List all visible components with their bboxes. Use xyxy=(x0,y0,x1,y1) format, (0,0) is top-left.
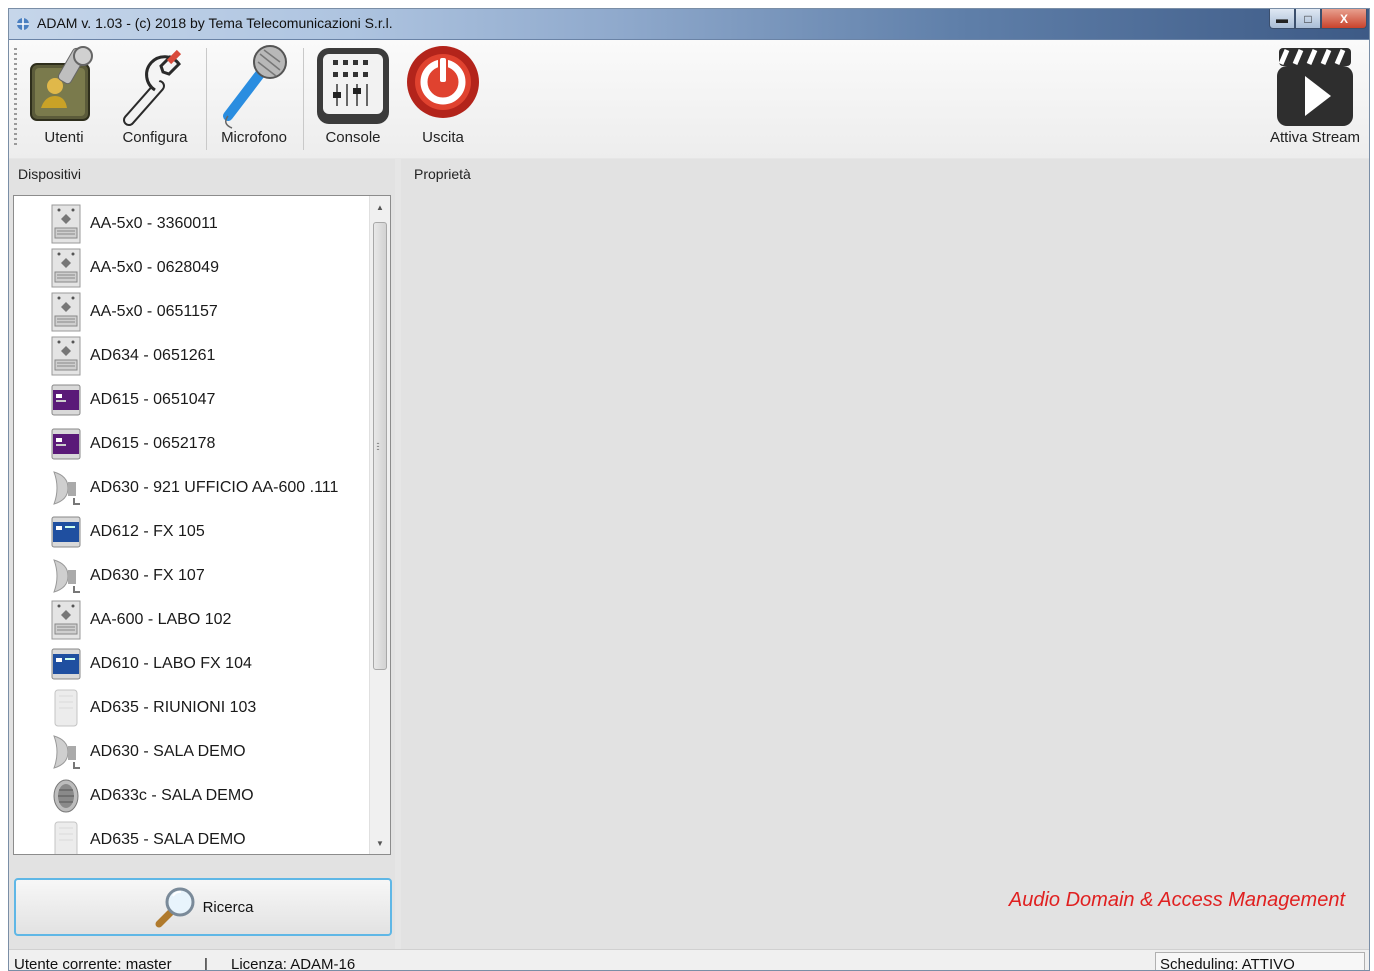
horn-speaker-icon xyxy=(50,468,82,508)
device-list-item[interactable]: AD615 - 0651047 xyxy=(50,378,215,422)
device-label: AD630 - FX 107 xyxy=(90,567,205,584)
device-list-item[interactable]: AD612 - FX 105 xyxy=(50,510,205,554)
current-user-status: Utente corrente: master xyxy=(14,956,172,971)
purple-module-icon xyxy=(50,424,82,464)
users-label: Utenti xyxy=(44,129,84,146)
device-label: AD610 - LABO FX 104 xyxy=(90,655,252,672)
aa-device-icon xyxy=(50,204,82,244)
device-label: AA-5x0 - 0628049 xyxy=(90,259,219,276)
device-label: AD633c - SALA DEMO xyxy=(90,787,254,804)
console-label: Console xyxy=(325,129,381,146)
exit-button[interactable]: Uscita xyxy=(401,40,485,158)
device-label: AA-5x0 - 0651157 xyxy=(90,303,218,320)
minimize-button[interactable]: ▬ xyxy=(1269,9,1295,29)
device-list-item[interactable]: AD635 - RIUNIONI 103 xyxy=(50,686,256,730)
close-button[interactable]: X xyxy=(1321,9,1367,29)
device-label: AD630 - 921 UFFICIO AA-600 .111 xyxy=(90,479,339,496)
aa-device-icon xyxy=(50,248,82,288)
device-list-item[interactable]: AA-600 - LABO 102 xyxy=(50,598,231,642)
scroll-down-arrow-icon[interactable]: ▼ xyxy=(370,834,390,852)
users-button[interactable]: Utenti xyxy=(23,40,105,158)
configure-button[interactable]: Configura xyxy=(109,40,201,158)
configure-label: Configura xyxy=(122,129,188,146)
device-label: AD630 - SALA DEMO xyxy=(90,743,246,760)
exit-label: Uscita xyxy=(422,129,464,146)
toolbar: Utenti Configura Microfono Console Uscit… xyxy=(9,40,1369,158)
device-list-item[interactable]: AD633c - SALA DEMO xyxy=(50,774,254,818)
toolbar-grip[interactable] xyxy=(14,48,17,148)
blue-module-icon xyxy=(50,644,82,684)
device-list-item[interactable]: AD630 - FX 107 xyxy=(50,554,205,598)
app-icon xyxy=(17,18,29,30)
device-list-item[interactable]: AD630 - SALA DEMO xyxy=(50,730,246,774)
properties-panel xyxy=(401,159,1369,949)
device-label: AD635 - SALA DEMO xyxy=(90,831,246,848)
device-list-item[interactable]: AD635 - SALA DEMO xyxy=(50,818,246,854)
properties-header: Proprietà xyxy=(414,166,471,182)
device-label: AD635 - RIUNIONI 103 xyxy=(90,699,257,716)
users-book-key-icon xyxy=(30,46,93,121)
purple-module-icon xyxy=(50,380,82,420)
device-label: AD615 - 0652178 xyxy=(90,435,216,452)
search-button[interactable]: Ricerca xyxy=(14,878,392,936)
stream-label: Attiva Stream xyxy=(1269,129,1361,146)
device-label: AD612 - FX 105 xyxy=(90,523,205,540)
search-button-label: Ricerca xyxy=(202,898,254,916)
clapperboard-play-icon xyxy=(1277,48,1353,126)
devices-header: Dispositivi xyxy=(18,166,82,182)
status-separator: | xyxy=(204,956,208,971)
license-status: Licenza: ADAM-16 xyxy=(231,956,356,971)
device-label: AA-600 - LABO 102 xyxy=(90,611,232,628)
device-list-item[interactable]: AD610 - LABO FX 104 xyxy=(50,642,252,686)
device-label: AD615 - 0651047 xyxy=(90,391,216,408)
wall-panel-icon xyxy=(50,688,82,728)
device-list-item[interactable]: AA-5x0 - 3360011 xyxy=(50,202,218,246)
device-list[interactable]: AA-5x0 - 3360011 AA-5x0 - 0628049 AA-5x0 -… xyxy=(13,195,391,855)
window-title: ADAM v. 1.03 - (c) 2018 by Tema Telecomu… xyxy=(37,15,393,31)
scroll-grip-icon: --- xyxy=(376,438,380,454)
scroll-up-arrow-icon[interactable]: ▲ xyxy=(370,198,390,216)
horn-speaker-icon xyxy=(50,732,82,772)
device-label: AD634 - 0651261 xyxy=(90,347,216,364)
aa-device-icon xyxy=(50,292,82,332)
console-button[interactable]: Console xyxy=(309,40,397,158)
console-mixer-icon xyxy=(317,48,389,124)
app-window: ADAM v. 1.03 - (c) 2018 by Tema Telecomu… xyxy=(8,8,1370,971)
maximize-button[interactable]: □ xyxy=(1295,9,1321,29)
status-bar: Utente corrente: master | Licenza: ADAM-… xyxy=(9,949,1369,971)
device-list-item[interactable]: AD634 - 0651261 xyxy=(50,334,215,378)
device-list-item[interactable]: AD615 - 0652178 xyxy=(50,422,215,466)
toolbar-separator xyxy=(303,48,304,150)
device-list-item[interactable]: AD630 - 921 UFFICIO AA-600 .111 xyxy=(50,466,338,510)
wall-panel-icon xyxy=(50,820,82,854)
round-speaker-icon xyxy=(50,776,82,816)
device-label: AA-5x0 - 3360011 xyxy=(90,215,218,232)
brand-tagline: Audio Domain & Access Management xyxy=(1008,889,1345,911)
scheduling-status: Scheduling: ATTIVO xyxy=(1155,952,1365,970)
wrench-icon xyxy=(123,49,182,126)
microphone-label: Microfono xyxy=(221,129,287,146)
magnifier-icon xyxy=(155,887,195,928)
device-list-item[interactable]: AA-5x0 - 0628049 xyxy=(50,246,219,290)
microphone-icon xyxy=(223,45,287,129)
device-list-scrollbar[interactable]: ▲ --- ▼ xyxy=(369,196,390,854)
title-bar[interactable]: ADAM v. 1.03 - (c) 2018 by Tema Telecomu… xyxy=(9,9,1369,40)
power-exit-icon xyxy=(407,46,479,118)
aa-device-icon xyxy=(50,336,82,376)
horn-speaker-icon xyxy=(50,556,82,596)
device-list-item[interactable]: AA-5x0 - 0651157 xyxy=(50,290,218,334)
microphone-button[interactable]: Microfono xyxy=(209,40,299,158)
blue-module-icon xyxy=(50,512,82,552)
toolbar-separator xyxy=(206,48,207,150)
stream-button[interactable]: Attiva Stream xyxy=(1263,40,1367,158)
aa-device-icon xyxy=(50,600,82,640)
